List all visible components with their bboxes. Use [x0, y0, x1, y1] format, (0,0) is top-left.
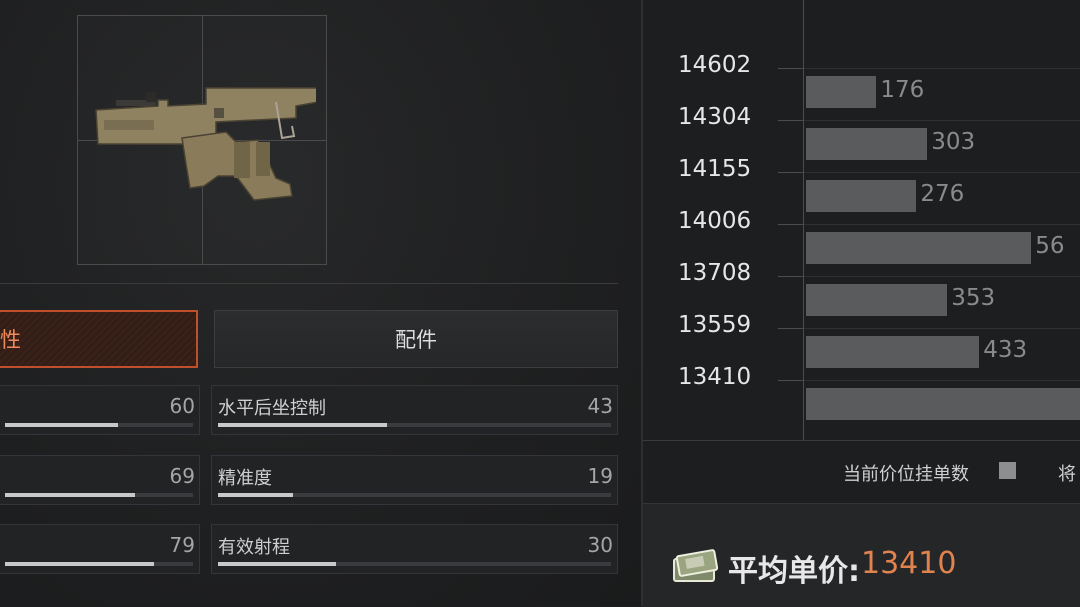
stat-value: 43	[587, 394, 613, 418]
stat-bar-track	[5, 562, 193, 566]
chart-axis	[803, 0, 804, 440]
stat-bar-fill	[5, 562, 154, 566]
bar-value-label: 303	[931, 129, 976, 155]
stat-bar-track	[218, 493, 611, 497]
stat-bar-track	[218, 423, 611, 427]
grid-line	[804, 224, 1080, 225]
axis-tick	[778, 380, 804, 381]
stat-card: 精准度 19	[211, 455, 618, 505]
stat-value: 79	[169, 533, 195, 557]
axis-tick	[778, 224, 804, 225]
legend-label-next: 将	[1058, 464, 1076, 485]
chart-bottom-border	[643, 440, 1080, 441]
stat-bar-fill	[218, 423, 387, 427]
legend-swatch	[999, 462, 1016, 479]
stat-label: 水平后坐控制	[218, 398, 326, 419]
tab-parts-label: 配件	[395, 328, 437, 352]
bar-value-label: 353	[951, 285, 996, 311]
price-level-label: 14304	[678, 104, 752, 130]
stat-card: 69	[0, 455, 200, 505]
section-divider	[0, 283, 618, 284]
bar-value-label: 176	[880, 77, 925, 103]
stat-bar-fill	[218, 493, 293, 497]
average-price-value: 13410	[861, 546, 957, 581]
bar-value-label: 56	[1035, 233, 1065, 259]
axis-tick	[778, 68, 804, 69]
tab-parts[interactable]: 配件	[214, 310, 618, 368]
stat-value: 69	[169, 464, 195, 488]
legend-label: 当前价位挂单数	[843, 464, 969, 485]
stat-value: 60	[169, 394, 195, 418]
grid-line	[804, 380, 1080, 381]
price-level-label: 14006	[678, 208, 752, 234]
tab-attributes-label: 性	[0, 328, 21, 352]
stat-bar-fill	[218, 562, 336, 566]
grid-line	[804, 276, 1080, 277]
axis-tick	[778, 276, 804, 277]
stat-label: 有效射程	[218, 537, 290, 558]
price-level-label: 13708	[678, 260, 752, 286]
stat-label: 精准度	[218, 468, 272, 489]
bar-value-label: 433	[983, 337, 1028, 363]
stat-card: 60	[0, 385, 200, 435]
grid-line	[804, 68, 1080, 69]
stat-bar-track	[5, 493, 193, 497]
tab-attributes[interactable]: 性	[0, 310, 198, 368]
stat-value: 19	[587, 464, 613, 488]
stat-bar-fill	[5, 423, 118, 427]
stat-bar-track	[5, 423, 193, 427]
price-level-label: 14155	[678, 156, 752, 182]
weapon-icon	[95, 87, 316, 201]
stat-card: 有效射程 30	[211, 524, 618, 574]
order-count-bar	[806, 76, 877, 108]
stat-card: 水平后坐控制 43	[211, 385, 618, 435]
axis-tick	[778, 172, 804, 173]
price-level-label: 13410	[678, 364, 752, 390]
price-level-label: 13559	[678, 312, 752, 338]
price-level-label: 14602	[678, 52, 752, 78]
money-stack-icon	[673, 549, 718, 582]
stat-value: 30	[587, 533, 613, 557]
order-count-bar	[806, 128, 928, 160]
average-price-label: 平均单价:	[728, 554, 860, 589]
grid-line	[804, 120, 1080, 121]
order-count-bar	[806, 336, 980, 368]
stat-bar-fill	[5, 493, 135, 497]
grid-line	[804, 172, 1080, 173]
bar-value-label: 276	[920, 181, 965, 207]
axis-tick	[778, 120, 804, 121]
stat-bar-track	[218, 562, 611, 566]
grid-line	[804, 328, 1080, 329]
order-count-bar	[806, 388, 1080, 420]
order-count-bar	[806, 232, 1032, 264]
stat-card: 79	[0, 524, 200, 574]
axis-tick	[778, 328, 804, 329]
weapon-preview	[77, 15, 327, 265]
order-count-bar	[806, 180, 917, 212]
order-count-bar	[806, 284, 948, 316]
